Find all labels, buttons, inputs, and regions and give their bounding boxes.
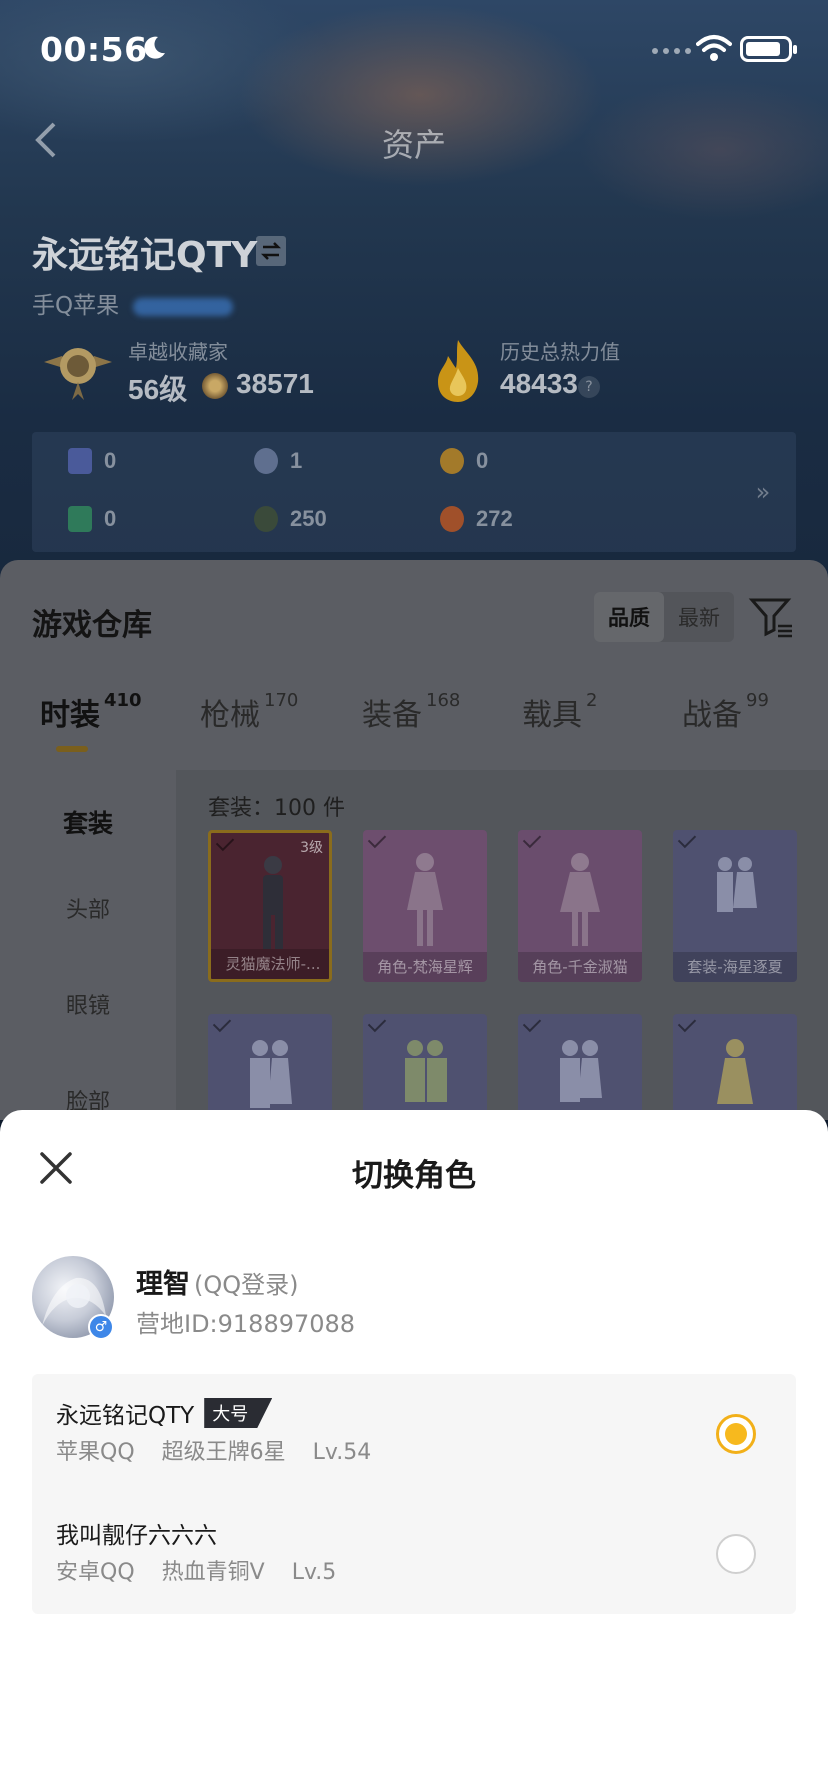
- outfit-figure-icon: [717, 857, 757, 912]
- outfit-figure-icon: [405, 1040, 447, 1102]
- fire-icon: [438, 340, 479, 402]
- role-rank: 热血青铜V: [161, 1560, 265, 1585]
- check-icon: [522, 1014, 542, 1033]
- item-card[interactable]: 角色-梵海星辉: [363, 830, 487, 982]
- assets-more-button[interactable]: »: [730, 432, 796, 552]
- category-panel: 套装 头部 眼镜 脸部 套装：100 件 3级 灵猫魔法师-... 角色-梵海星…: [0, 770, 828, 1120]
- item-card[interactable]: [208, 1014, 332, 1120]
- role-name: 我叫靓仔六六六: [56, 1523, 217, 1549]
- item-count: 套装：100 件: [208, 796, 345, 821]
- switch-role-icon[interactable]: [256, 236, 286, 266]
- check-icon: [522, 830, 542, 849]
- item-card[interactable]: 角色-千金淑猫: [518, 830, 642, 982]
- check-icon: [367, 1014, 387, 1033]
- outfit-figure-icon: [560, 1040, 602, 1102]
- role-radio[interactable]: [716, 1534, 756, 1574]
- status-time: 00:56: [40, 30, 148, 69]
- dark-ball-icon: [254, 506, 278, 532]
- check-icon: [677, 1014, 697, 1033]
- role-rank: 超级王牌6星: [161, 1440, 286, 1465]
- item-card[interactable]: 3级 灵猫魔法师-...: [208, 830, 332, 982]
- outfit-figure-icon: [717, 1039, 753, 1104]
- status-bar: 00:56: [0, 0, 828, 100]
- moon-icon: [144, 36, 165, 59]
- sort-toggle: 品质 最新: [594, 592, 734, 642]
- role-list: 永远铭记QTY 大号 苹果QQ 超级王牌6星 Lv.54 我叫靓仔六六六 安卓Q…: [32, 1374, 796, 1614]
- asset-item[interactable]: 250: [254, 506, 327, 532]
- outfit-figure-icon: [407, 853, 443, 946]
- green-card-icon: [68, 506, 92, 532]
- assets-panel: 0 1 0 0 250 272: [32, 432, 796, 552]
- check-icon: [367, 830, 387, 849]
- male-icon: ♂: [88, 1314, 114, 1340]
- clock-coin-icon: [254, 448, 278, 474]
- switch-role-sheet: 切换角色 ♂ 理智 (QQ登录) 营地ID:918897088 永远铭记QTY 大…: [0, 1110, 828, 1792]
- category-suit[interactable]: 套装: [0, 804, 176, 840]
- role-level: Lv.5: [291, 1560, 337, 1585]
- copper-ball-icon: [440, 506, 464, 532]
- collector-level: 56级: [128, 374, 188, 405]
- asset-item[interactable]: 0: [68, 506, 116, 532]
- item-card[interactable]: 套装-海星逐夏: [673, 830, 797, 982]
- asset-item[interactable]: 0: [68, 448, 116, 474]
- warehouse-tabs: 时装 410 枪械 170 装备 168 载具 2 战备 99: [0, 690, 828, 770]
- asset-header: 00:56 资产 永远铭记QTY 手Q苹果 卓越收藏家 56级 38571 历史…: [0, 0, 828, 600]
- tab-supplies[interactable]: 战备 99: [682, 690, 769, 734]
- warehouse-title: 游戏仓库: [32, 608, 152, 643]
- user-name: 理智 (QQ登录): [136, 1269, 299, 1300]
- heat-value: 48433: [500, 368, 578, 399]
- help-icon[interactable]: ?: [578, 376, 600, 398]
- outfit-figure-icon: [250, 1040, 292, 1108]
- outfit-figure-icon: [560, 853, 600, 946]
- asset-item[interactable]: 1: [254, 448, 302, 474]
- outfit-figure-icon: [263, 856, 283, 949]
- role-name: 永远铭记QTY: [56, 1403, 195, 1429]
- heat-label: 历史总热力值: [500, 340, 620, 364]
- player-name: 永远铭记QTY: [32, 235, 258, 276]
- game-warehouse: 游戏仓库 品质 最新 时装 410 枪械 170 装备 168 载具 2 战备 99 套装…: [0, 560, 828, 1120]
- coin-icon: [202, 373, 228, 399]
- check-icon: [215, 833, 235, 852]
- tab-indicator: [56, 746, 88, 752]
- tab-guns[interactable]: 枪械 170: [200, 690, 298, 734]
- asset-item[interactable]: 0: [440, 448, 488, 474]
- collector-title: 卓越收藏家: [128, 340, 228, 364]
- filter-icon[interactable]: [748, 594, 794, 640]
- item-card[interactable]: [673, 1014, 797, 1120]
- coin-value: 38571: [236, 368, 314, 399]
- wifi-icon: [696, 35, 732, 61]
- asset-item[interactable]: 272: [440, 506, 513, 532]
- role-level: Lv.54: [312, 1440, 372, 1465]
- battery-icon: [740, 36, 797, 62]
- item-card[interactable]: [518, 1014, 642, 1120]
- tab-equipment[interactable]: 装备 168: [362, 690, 460, 734]
- check-icon: [212, 1014, 232, 1033]
- user-id: 营地ID:918897088: [136, 1310, 356, 1338]
- role-platform: 苹果QQ: [56, 1440, 135, 1465]
- role-platform: 安卓QQ: [56, 1560, 135, 1585]
- tab-vehicles[interactable]: 载具 2: [522, 690, 597, 734]
- role-item[interactable]: 永远铭记QTY 大号 苹果QQ 超级王牌6星 Lv.54: [32, 1374, 796, 1494]
- category-glasses[interactable]: 眼镜: [0, 988, 176, 1020]
- sort-quality-button[interactable]: 品质: [594, 592, 664, 642]
- sheet-title: 切换角色: [352, 1158, 476, 1194]
- sort-latest-button[interactable]: 最新: [664, 592, 734, 642]
- tab-fashion[interactable]: 时装 410: [40, 690, 142, 734]
- category-head[interactable]: 头部: [0, 892, 176, 924]
- check-icon: [677, 830, 697, 849]
- collector-medal-icon: [44, 348, 112, 400]
- dark-card-icon: [68, 448, 92, 474]
- gold-a-coin-icon: [440, 448, 464, 474]
- signal-icon: [652, 48, 691, 54]
- role-item[interactable]: 我叫靓仔六六六 安卓QQ 热血青铜V Lv.5: [32, 1494, 796, 1614]
- player-platform: 手Q苹果: [32, 286, 234, 320]
- item-card[interactable]: [363, 1014, 487, 1120]
- role-radio-selected[interactable]: [716, 1414, 756, 1454]
- page-title: 资产: [381, 126, 446, 164]
- main-account-tag: 大号: [204, 1398, 273, 1428]
- category-sidebar: 套装 头部 眼镜 脸部: [0, 770, 176, 1120]
